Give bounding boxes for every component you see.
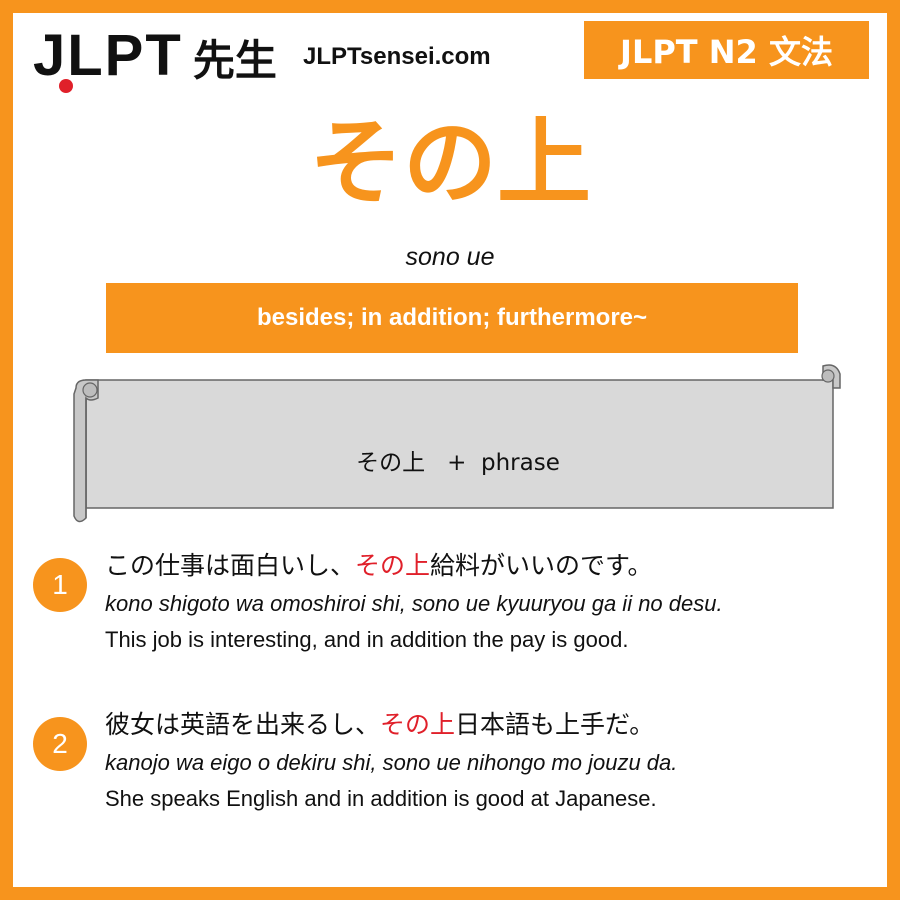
example-romaji: kono shigoto wa omoshiroi shi, sono ue k… bbox=[105, 591, 723, 616]
formula-text: その上 + phrase bbox=[68, 443, 848, 477]
logo-red-dot-icon bbox=[59, 79, 73, 93]
formula-component: phrase bbox=[480, 450, 560, 476]
formula-term: その上 bbox=[356, 450, 426, 476]
grammar-card: JLPT 先生 JLPTsensei.com JLPT N2 文法 その上 so… bbox=[0, 0, 900, 900]
example-number-badge: 1 bbox=[33, 558, 87, 612]
example-japanese: この仕事は面白いし、その上給料がいいのです。 bbox=[105, 546, 723, 586]
example-lines: 彼女は英語を出来るし、その上日本語も上手だ。 kanojo wa eigo o … bbox=[105, 705, 677, 817]
example-lines: この仕事は面白いし、その上給料がいいのです。 kono shigoto wa o… bbox=[105, 546, 723, 658]
logo-latin: JLPT bbox=[33, 23, 183, 88]
example-english: This job is interesting, and in addition… bbox=[105, 627, 629, 652]
formula-scroll: その上 + phrase bbox=[68, 358, 848, 528]
level-badge: JLPT N2 文法 bbox=[584, 21, 869, 79]
example-romaji: kanojo wa eigo o dekiru shi, sono ue nih… bbox=[105, 750, 678, 775]
jp-after: 給料がいいのです。 bbox=[430, 551, 653, 580]
grammar-title: その上 bbox=[308, 109, 591, 218]
example-english: She speaks English and in addition is go… bbox=[105, 786, 657, 811]
jp-before: 彼女は英語を出来るし、 bbox=[105, 710, 381, 739]
jp-highlight: その上 bbox=[380, 710, 456, 739]
jp-before: この仕事は面白いし、 bbox=[105, 551, 356, 580]
formula-operator: + bbox=[447, 450, 467, 476]
example-japanese: 彼女は英語を出来るし、その上日本語も上手だ。 bbox=[105, 705, 677, 745]
logo-kanji: 先生 bbox=[192, 36, 277, 85]
grammar-romaji: sono ue bbox=[405, 243, 495, 271]
meaning-banner: besides; in addition; furthermore~ bbox=[106, 283, 798, 353]
site-url[interactable]: JLPTsensei.com bbox=[303, 43, 491, 71]
example-number-badge: 2 bbox=[33, 717, 87, 771]
jp-highlight: その上 bbox=[355, 551, 431, 580]
site-logo[interactable]: JLPT 先生 bbox=[33, 23, 277, 93]
jp-after: 日本語も上手だ。 bbox=[455, 710, 655, 739]
